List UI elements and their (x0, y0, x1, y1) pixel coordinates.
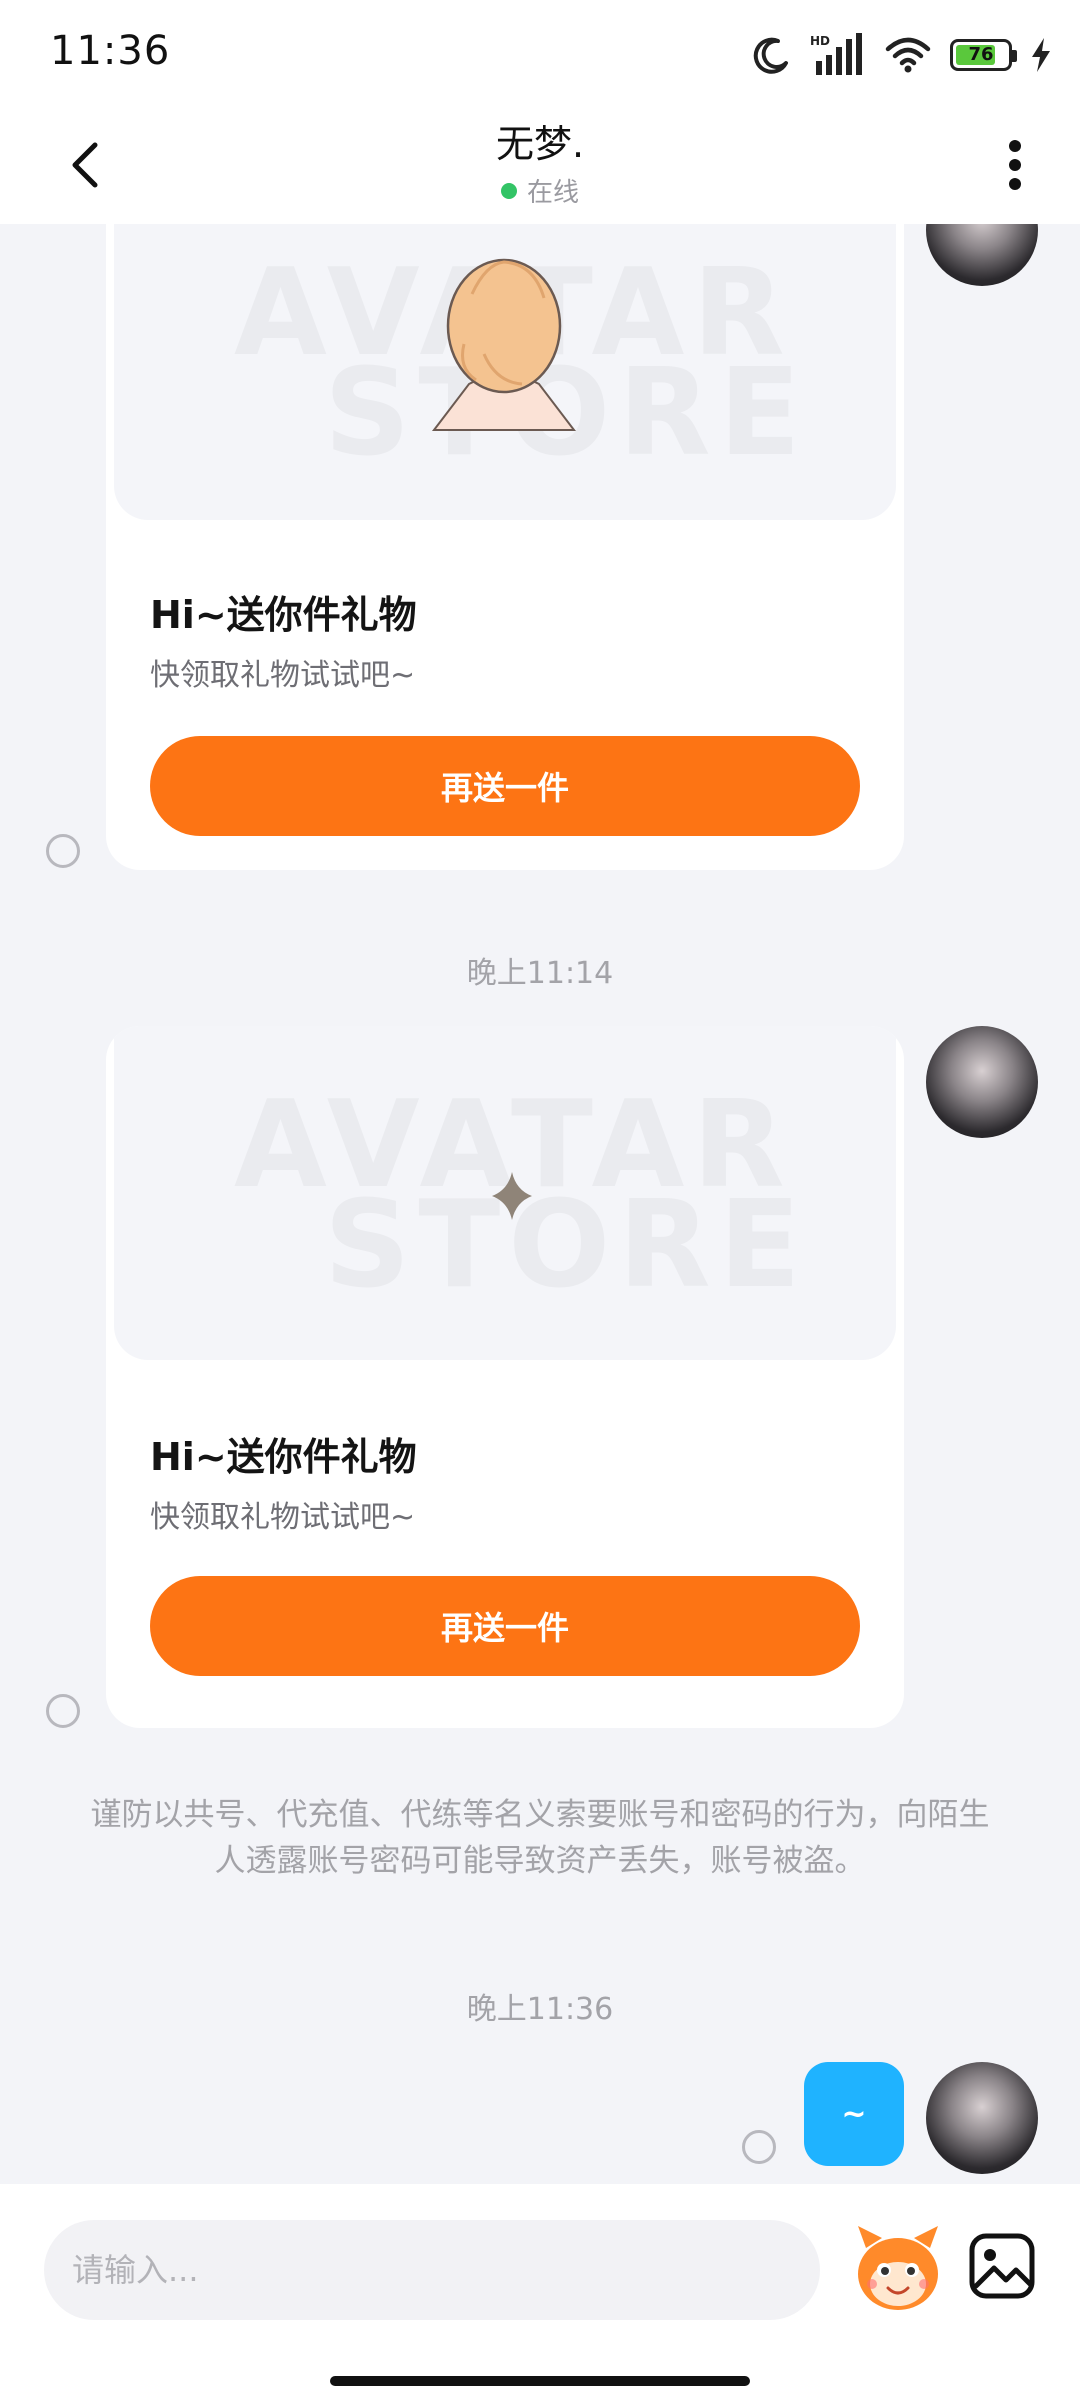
emoji-button[interactable] (848, 2218, 948, 2318)
chat-title-block: 无梦. 在线 (0, 118, 1080, 209)
status-time: 11:36 (50, 28, 171, 74)
select-message-radio[interactable] (742, 2130, 776, 2164)
gift-card-title: Hi~送你件礼物 (150, 593, 417, 637)
sender-avatar[interactable] (926, 2062, 1038, 2174)
security-notice: 谨防以共号、代充值、代练等名义索要账号和密码的行为，向陌生人透露账号密码可能导致… (90, 1797, 990, 1879)
gift-image[interactable]: AVATAR STORE (114, 224, 896, 520)
gift-image[interactable]: AVATAR STORE (114, 1026, 896, 1360)
chat-message-list[interactable]: AVATAR STORE Hi~送你件礼物 快领取礼物试试吧~ 再送一件 晚上1… (0, 224, 1080, 2184)
gift-card[interactable]: AVATAR STORE Hi~送你件礼物 快领取礼物试试吧~ 再送一件 (106, 224, 904, 870)
mascot-emoji-icon (858, 2226, 938, 2310)
battery-icon: 76 (950, 39, 1017, 71)
image-icon (969, 2233, 1035, 2299)
gift-card[interactable]: AVATAR STORE Hi~送你件礼物 快领取礼物试试吧~ 再送一件 (106, 1026, 904, 1728)
gift-card-title: Hi~送你件礼物 (150, 1435, 417, 1479)
send-again-button[interactable]: 再送一件 (150, 736, 860, 836)
select-message-radio[interactable] (46, 1694, 80, 1728)
select-message-radio[interactable] (46, 834, 80, 868)
wifi-icon (885, 37, 931, 73)
more-options-button[interactable] (980, 130, 1050, 200)
battery-level: 76 (968, 44, 994, 65)
watermark-text: STORE (324, 1176, 809, 1315)
message-timestamp: 晚上11:36 (466, 1992, 614, 2027)
gift-card-description: 快领取礼物试试吧~ (150, 1500, 416, 1535)
loading-sparkle-icon (492, 1172, 532, 1220)
chat-title: 无梦. (495, 122, 585, 166)
presence-text: 在线 (526, 178, 579, 208)
message-timestamp: 晚上11:14 (466, 956, 614, 991)
svg-text:HD: HD (810, 34, 830, 48)
charging-icon (1032, 38, 1050, 72)
chat-header: 无梦. 在线 (0, 108, 1080, 224)
home-indicator[interactable] (330, 2376, 750, 2386)
image-picker-button[interactable] (966, 2230, 1038, 2302)
send-again-button[interactable]: 再送一件 (150, 1576, 860, 1676)
presence-status: 在线 (0, 172, 1080, 209)
more-vertical-icon (1009, 140, 1021, 190)
message-bubble[interactable]: ~ (804, 2062, 904, 2166)
input-bar (0, 2184, 1080, 2400)
moon-icon (753, 37, 788, 74)
avatar-item-illustration (431, 258, 577, 431)
signal-icon: HD (810, 33, 862, 75)
sender-avatar[interactable] (926, 224, 1038, 286)
online-dot-icon (500, 182, 517, 199)
sender-avatar[interactable] (926, 1026, 1038, 1138)
status-bar: 11:36 HD 76 (0, 0, 1080, 108)
gift-card-description: 快领取礼物试试吧~ (150, 658, 416, 693)
message-input[interactable] (44, 2220, 820, 2320)
status-icons: HD 76 (752, 30, 1052, 80)
